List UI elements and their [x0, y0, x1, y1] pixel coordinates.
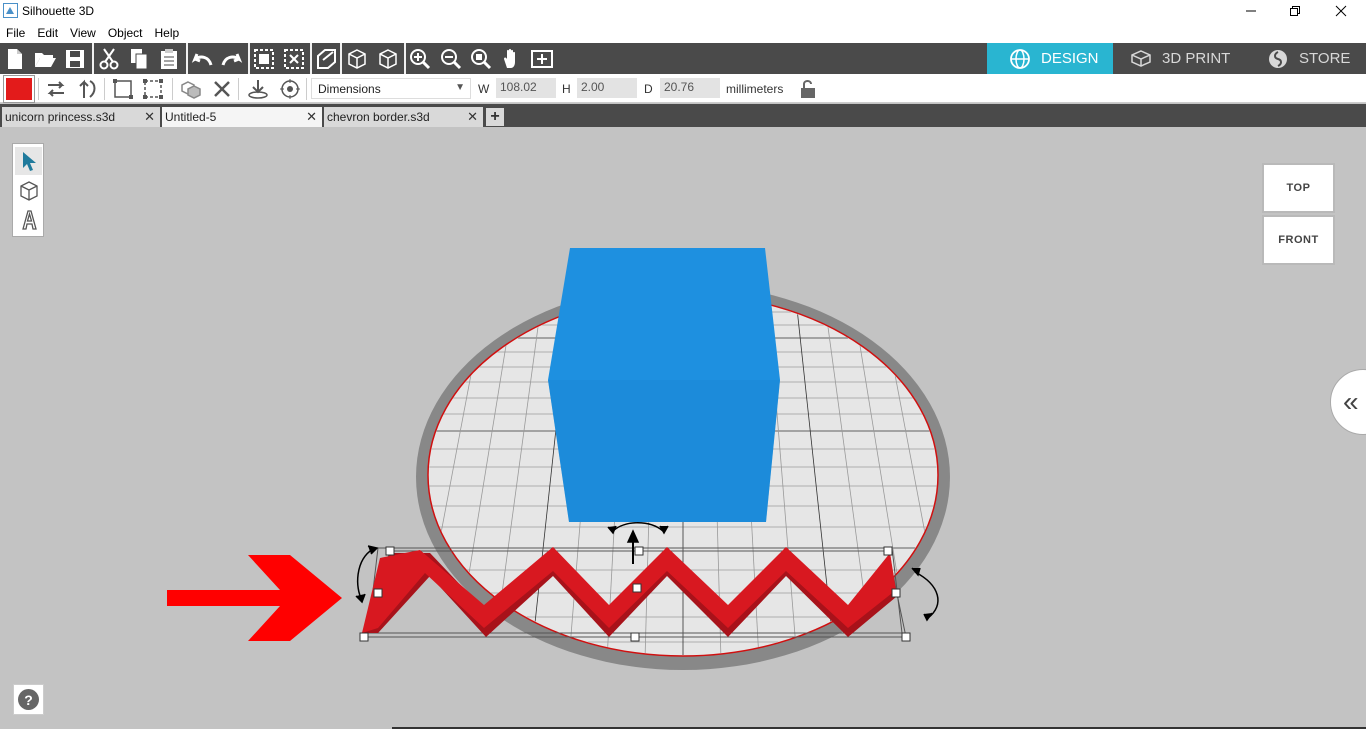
view-cube-front[interactable]: FRONT — [1262, 215, 1335, 265]
left-tool-palette — [12, 143, 44, 237]
3d-text-icon — [21, 210, 37, 230]
cube-outline-icon — [19, 181, 38, 201]
select-tool-button[interactable] — [15, 147, 42, 175]
question-icon: ? — [18, 689, 39, 710]
pointer-arrow-icon — [22, 152, 36, 171]
view-cube: TOP FRONT — [1262, 163, 1336, 266]
3d-shape-tool-button[interactable] — [15, 177, 42, 205]
blue-cube-shade — [548, 380, 780, 522]
help-button[interactable]: ? — [13, 684, 44, 715]
app-window: Silhouette 3D File Edit View Object Help — [0, 0, 1366, 729]
annotation-arrow — [167, 555, 342, 641]
scene-canvas — [167, 248, 950, 670]
double-chevron-left-icon: « — [1343, 386, 1359, 417]
view-cube-top[interactable]: TOP — [1262, 163, 1335, 213]
text-tool-button[interactable] — [15, 206, 42, 234]
